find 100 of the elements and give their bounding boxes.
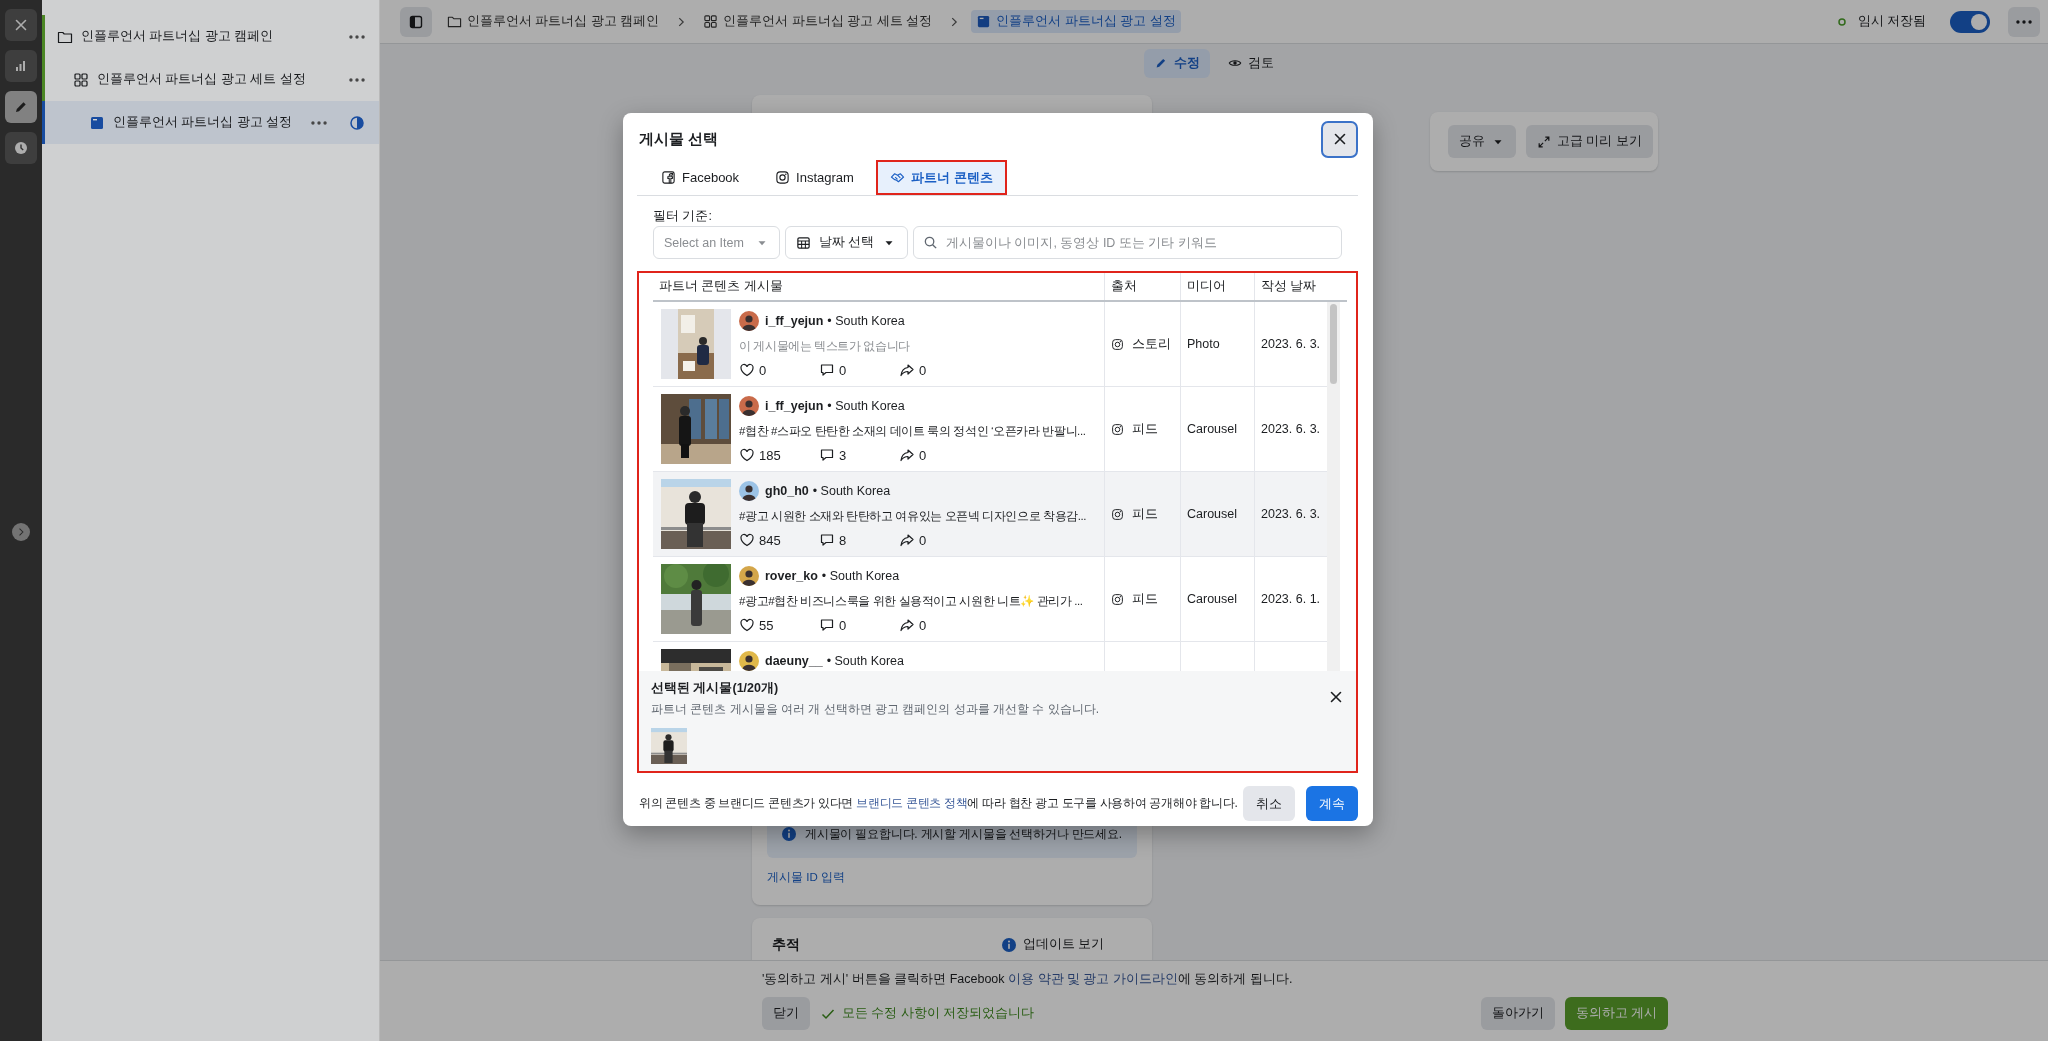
policy-text: 위의 콘텐츠 중 브랜디드 콘텐츠가 있다면 브랜디드 콘텐츠 정책에 따라 협찬 광고 도구를 사용하여 공개해야 합니다.: [638, 795, 1238, 812]
breadcrumb[interactable]: 인플루언서 파트너십 광고 설정: [971, 10, 1181, 33]
date-text: 2023. 6. 3.: [1261, 422, 1321, 436]
scrollbar[interactable]: [1327, 302, 1340, 671]
mode-tab[interactable]: 수정: [1144, 48, 1210, 78]
close-icon: [13, 17, 29, 33]
search-field[interactable]: 게시물이나 이미지, 동영상 ID 또는 기타 키워드: [913, 226, 1342, 259]
more-icon: [311, 120, 327, 125]
media-type: Photo: [1187, 337, 1220, 351]
close-button[interactable]: 닫기: [762, 997, 810, 1030]
column-header: 출처: [1104, 273, 1180, 300]
share-count: 0: [919, 532, 927, 548]
avatar: [739, 311, 759, 331]
continue-button[interactable]: 계속: [1306, 786, 1358, 821]
info-icon: [1000, 936, 1017, 953]
pencil-icon: [1154, 56, 1168, 70]
calendar-icon: [796, 235, 811, 250]
like-count: 845: [759, 532, 781, 548]
tab[interactable]: Instagram: [761, 160, 868, 195]
date-text: 2023. 6. 1.: [1261, 592, 1321, 606]
item-dropdown[interactable]: Select an Item: [653, 226, 780, 259]
like-count: 55: [759, 617, 774, 633]
rail-button[interactable]: [5, 132, 37, 164]
breadcrumb[interactable]: 인플루언서 파트너십 광고 캠페인: [442, 10, 665, 33]
table-row[interactable]: rover_ko • South Korea #광고#협찬 비즈니스룩을 위한 실용적이고 시원한 니트✨ 관리가 ... 55 0 0 피드 Carousel 2023. 6. 1.: [653, 557, 1327, 642]
avatar: [739, 396, 759, 416]
date-text: 2023. 6. 3.: [1261, 507, 1321, 521]
comment-icon: [819, 447, 835, 463]
heart-icon: [739, 532, 755, 548]
sidebar-toggle-button[interactable]: [400, 6, 432, 37]
media-type: Carousel: [1187, 422, 1238, 436]
pencil-icon: [13, 99, 29, 115]
heart-icon: [739, 362, 755, 378]
share-button[interactable]: 공유: [1448, 125, 1516, 158]
instagram-icon: [1111, 422, 1124, 436]
location: • South Korea: [827, 314, 905, 328]
tree-item[interactable]: 인플루언서 파트너십 광고 설정: [42, 101, 379, 144]
share-icon: [899, 532, 915, 548]
tab[interactable]: Facebook: [647, 160, 754, 195]
expand-button[interactable]: [12, 523, 30, 541]
selection-description: 파트너 콘텐츠 게시물을 여러 개 선택하면 광고 캠페인의 성과를 개선할 수 있습니다.: [651, 701, 1100, 718]
update-link[interactable]: 업데이트 보기: [1022, 936, 1104, 953]
source-text: 피드: [1132, 505, 1158, 523]
toggle-switch[interactable]: [1950, 10, 1990, 33]
grid-icon: [703, 14, 719, 29]
tab[interactable]: 파트너 콘텐츠: [875, 160, 1007, 195]
username: rover_ko: [765, 569, 818, 583]
folder-icon: [447, 14, 462, 29]
more-icon: [349, 77, 365, 82]
more-button[interactable]: [2008, 6, 2040, 37]
breadcrumb[interactable]: 인플루언서 파트너십 광고 세트 설정: [698, 10, 938, 33]
sidebar-toggle-icon: [408, 13, 424, 30]
handshake-icon: [889, 170, 905, 185]
comment-count: 3: [839, 447, 847, 463]
preview-button[interactable]: 고급 미리 보기: [1526, 125, 1653, 158]
avatar: [739, 481, 759, 501]
policy-link[interactable]: 브랜디드 콘텐츠 정책: [856, 796, 968, 810]
post-id-link[interactable]: 게시물 ID 입력: [767, 870, 845, 885]
expand-icon: [1537, 134, 1551, 149]
column-header: 미디어: [1180, 273, 1254, 300]
ad-square-icon: [976, 14, 992, 29]
caption: #광고#협찬 비즈니스룩을 위한 실용적이고 시원한 니트✨ 관리가 ...: [739, 594, 1083, 609]
more-icon: [349, 34, 365, 39]
heart-icon: [739, 447, 755, 463]
save-status: 임시 저장됨: [1857, 13, 1926, 30]
card-title: 추적: [772, 936, 800, 954]
rail-button[interactable]: [5, 91, 37, 123]
filter-label: 필터 기준:: [653, 208, 713, 224]
ad-square-icon: [89, 114, 105, 131]
share-icon: [899, 617, 915, 633]
avatar: [739, 651, 759, 671]
selection-title: 선택된 게시물(1/20개): [651, 680, 780, 697]
media-type: Carousel: [1187, 592, 1238, 606]
saved-status: 모든 수정 사항이 저장되었습니다: [842, 1005, 1035, 1022]
source-text: 피드: [1132, 420, 1158, 438]
back-button[interactable]: 돌아가기: [1480, 997, 1555, 1030]
date-dropdown[interactable]: 날짜 선택: [785, 226, 908, 259]
table-row[interactable]: i_ff_yejun • South Korea 이 게시물에는 텍스트가 없습니다 0 0 0 스토리 Photo 2023. 6. 3.: [653, 302, 1327, 387]
grid-icon: [73, 71, 89, 88]
instagram-icon: [1111, 507, 1124, 521]
comment-icon: [819, 617, 835, 633]
username: daeuny__: [765, 654, 823, 668]
rail-button[interactable]: [5, 9, 37, 41]
source-text: 스토리: [1132, 335, 1171, 353]
caption: 이 게시물에는 텍스트가 없습니다: [739, 339, 911, 354]
consent-text: '동의하고 게시' 버튼을 클릭하면 Facebook 이용 약관 및 광고 가이드라인에 동의하게 됩니다.: [762, 971, 1294, 988]
table-row[interactable]: gh0_h0 • South Korea #광고 시원한 소재와 탄탄하고 여유있는 오픈넥 디자인으로 착용감... 845 8 0 피드 Carousel 2023. 6. 3.: [653, 472, 1327, 557]
close-button[interactable]: [1328, 689, 1344, 705]
comment-count: 8: [839, 532, 847, 548]
instagram-icon: [1111, 592, 1124, 606]
username: i_ff_yejun: [765, 314, 824, 328]
username: gh0_h0: [765, 484, 809, 498]
terms-link[interactable]: 이용 약관 및 광고 가이드라인: [1008, 972, 1178, 986]
rail-button[interactable]: [5, 50, 37, 82]
mode-tab[interactable]: 검토: [1218, 48, 1284, 78]
avatar: [739, 566, 759, 586]
caption: #협찬 #스파오 탄탄한 소재의 데이트 룩의 정석인 ‘오픈카라 반팔니...: [739, 424, 1086, 439]
notice-text: 게시물이 필요합니다. 게시할 게시물을 선택하거나 만드세요.: [805, 825, 1122, 843]
facebook-icon: [661, 170, 676, 185]
cancel-button[interactable]: 취소: [1243, 786, 1295, 821]
